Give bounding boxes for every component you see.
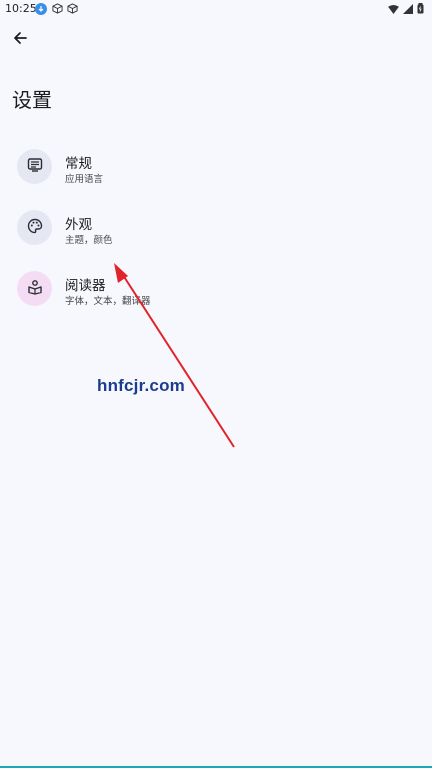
- book-reader-icon: [27, 279, 43, 299]
- watermark-text: hnfcjr.com: [97, 376, 185, 395]
- settings-list: 常规 应用语言 外观 主题，颜色 阅读器 字体，文本，翻译器: [0, 140, 432, 323]
- palette-icon: [27, 218, 43, 238]
- status-bar: 10:25: [0, 0, 432, 18]
- item-title: 阅读器: [65, 278, 106, 294]
- item-subtitle: 字体，文本，翻译器: [65, 296, 151, 307]
- annotation-arrow-icon: [114, 263, 235, 448]
- back-button[interactable]: [6, 26, 34, 54]
- item-icon-container: [17, 210, 52, 245]
- page-title: 设置: [12, 88, 52, 112]
- package-icon: [67, 3, 78, 14]
- settings-item-general[interactable]: 常规 应用语言: [0, 140, 432, 201]
- package-icon: [52, 3, 63, 14]
- download-icon: [35, 3, 47, 15]
- item-icon-container: [17, 271, 52, 306]
- settings-item-appearance[interactable]: 外观 主题，颜色: [0, 201, 432, 262]
- status-time: 10:25: [5, 2, 37, 15]
- settings-item-reader[interactable]: 阅读器 字体，文本，翻译器: [0, 262, 432, 323]
- item-subtitle: 主题，颜色: [65, 235, 113, 246]
- item-subtitle: 应用语言: [65, 174, 104, 185]
- arrow-back-icon: [12, 30, 28, 50]
- battery-icon: [417, 3, 424, 17]
- signal-icon: [403, 3, 413, 17]
- item-icon-container: [17, 149, 52, 184]
- app-settings-icon: [27, 157, 43, 177]
- item-title: 外观: [65, 217, 92, 233]
- status-icons: [388, 3, 424, 17]
- wifi-icon: [388, 4, 399, 17]
- item-title: 常规: [65, 156, 92, 172]
